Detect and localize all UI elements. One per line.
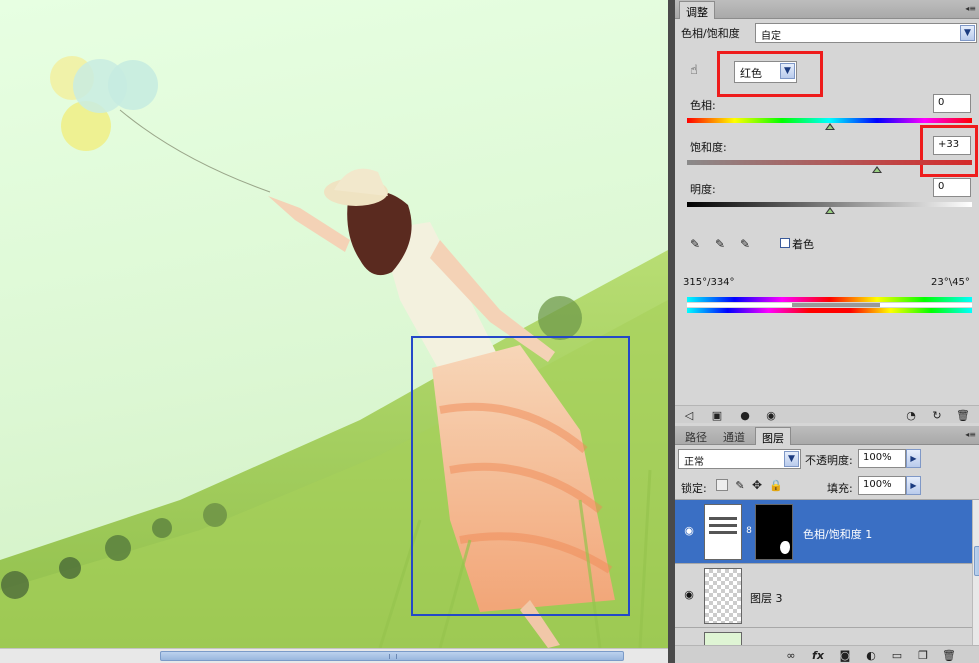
- saturation-label: 饱和度:: [690, 141, 727, 154]
- lock-transparency-icon[interactable]: [716, 479, 728, 491]
- horizontal-scrollbar-thumb[interactable]: [160, 651, 624, 661]
- range-left-readout: 315°/334°: [683, 277, 735, 288]
- lightness-label: 明度:: [690, 183, 716, 196]
- opacity-slider-button[interactable]: ▶: [906, 449, 921, 468]
- hue-label: 色相:: [690, 99, 716, 112]
- adjustment-title: 色相/饱和度: [681, 27, 740, 40]
- blend-mode-select[interactable]: 正常 ▼: [678, 449, 801, 469]
- layer-row[interactable]: ◉ 图层 3: [675, 564, 972, 628]
- mask-icon[interactable]: ◙: [837, 647, 853, 663]
- clip-icon[interactable]: ●: [737, 407, 753, 423]
- brush-icon[interactable]: ✎: [733, 478, 747, 492]
- tab-channels[interactable]: 通道: [717, 427, 751, 445]
- selection-rectangle: [411, 336, 630, 616]
- lock-icon[interactable]: 🔒: [769, 478, 783, 492]
- back-arrow-icon[interactable]: ◁: [681, 407, 697, 423]
- panel-menu-icon[interactable]: ◂≡: [965, 430, 976, 439]
- adjustments-tabbar: 调整 ◂≡: [675, 0, 979, 19]
- lightness-slider-thumb[interactable]: [825, 207, 835, 214]
- new-layer-icon[interactable]: ❐: [915, 647, 931, 663]
- document-canvas[interactable]: [0, 0, 668, 648]
- hue-input[interactable]: 0: [933, 94, 971, 113]
- adjustment-icon[interactable]: ◐: [863, 647, 879, 663]
- layers-vertical-scrollbar[interactable]: [972, 500, 979, 645]
- folder-icon[interactable]: ▭: [889, 647, 905, 663]
- fx-icon[interactable]: fx: [809, 647, 827, 663]
- eye-icon[interactable]: ◉: [681, 588, 697, 604]
- panel-menu-icon[interactable]: ◂≡: [965, 4, 976, 13]
- range-selector-span: [792, 303, 880, 307]
- layer-row[interactable]: ◉ 8 色相/饱和度 1: [675, 500, 972, 564]
- layers-bottom-bar: ∞ fx ◙ ◐ ▭ ❐ 🗑: [675, 645, 979, 663]
- range-selector[interactable]: [687, 303, 972, 307]
- trash-icon[interactable]: 🗑: [941, 647, 957, 663]
- hue-slider-thumb[interactable]: [825, 123, 835, 130]
- preset-select[interactable]: 自定 ▼: [755, 23, 977, 43]
- lightness-input[interactable]: 0: [933, 178, 971, 197]
- layer-row[interactable]: [675, 628, 972, 646]
- eyedropper-icon[interactable]: ✎: [687, 236, 703, 252]
- layer-name: 色相/饱和度 1: [803, 528, 873, 541]
- range-bar-top: [687, 297, 972, 302]
- eyedropper-minus-icon[interactable]: ✎: [737, 236, 753, 252]
- layers-tabbar: 路径 通道 图层 ◂≡: [675, 426, 979, 445]
- opacity-label: 不透明度:: [805, 454, 853, 467]
- range-right-readout: 23°\45°: [931, 277, 970, 288]
- saturation-slider-thumb[interactable]: [872, 166, 882, 173]
- layer-thumbnail: [704, 568, 742, 624]
- move-icon[interactable]: ✥: [750, 478, 764, 492]
- layers-list: ◉ 8 色相/饱和度 1 ◉ 图层 3: [675, 499, 979, 646]
- eyedropper-plus-icon[interactable]: ✎: [712, 236, 728, 252]
- trash-icon[interactable]: 🗑: [955, 407, 971, 423]
- grip-icon: [389, 654, 397, 659]
- highlight-saturation-box: [920, 125, 978, 177]
- eye-icon[interactable]: ◉: [681, 524, 697, 540]
- layer-name: 图层 3: [750, 592, 783, 605]
- saturation-slider-track[interactable]: [687, 160, 972, 165]
- layer-thumbnail: [704, 632, 742, 646]
- blend-mode-value: 正常: [684, 457, 704, 468]
- chevron-down-icon: ▼: [960, 25, 975, 41]
- fill-label: 填充:: [827, 482, 853, 495]
- expand-view-icon[interactable]: ▣: [709, 407, 725, 423]
- right-panel-dock: 调整 ◂≡ 色相/饱和度 自定 ▼ ☝ 红色 ▼ 色相: 0 饱和度: +33 …: [668, 0, 979, 663]
- opacity-input[interactable]: 100%: [858, 449, 906, 468]
- link-icon: 8: [746, 526, 752, 536]
- fill-slider-button[interactable]: ▶: [906, 476, 921, 495]
- eye-icon[interactable]: ◉: [763, 407, 779, 423]
- lock-label: 锁定:: [681, 482, 707, 495]
- mask-thumbnail[interactable]: [755, 504, 793, 560]
- range-bar-bottom: [687, 308, 972, 313]
- previous-state-icon[interactable]: ◔: [903, 407, 919, 423]
- link-icon[interactable]: ∞: [783, 647, 799, 663]
- layers-scrollbar-thumb[interactable]: [974, 546, 979, 576]
- colorize-label: 着色: [792, 238, 814, 251]
- adjustments-bottom-bar: ◁ ▣ ● ◉ ◔ ↻ 🗑: [675, 405, 979, 423]
- adjustment-icon: [704, 504, 742, 560]
- hand-target-icon[interactable]: ☝: [684, 61, 704, 79]
- highlight-channel-box: [717, 51, 823, 97]
- tab-adjustments[interactable]: 调整: [679, 1, 715, 19]
- fill-input[interactable]: 100%: [858, 476, 906, 495]
- tab-layers[interactable]: 图层: [755, 427, 791, 445]
- preset-value: 自定: [761, 31, 781, 42]
- horizontal-scrollbar[interactable]: [0, 648, 668, 663]
- colorize-checkbox[interactable]: [780, 238, 790, 248]
- chevron-down-icon: ▼: [784, 451, 799, 467]
- reset-icon[interactable]: ↻: [929, 407, 945, 423]
- tab-paths[interactable]: 路径: [679, 427, 713, 445]
